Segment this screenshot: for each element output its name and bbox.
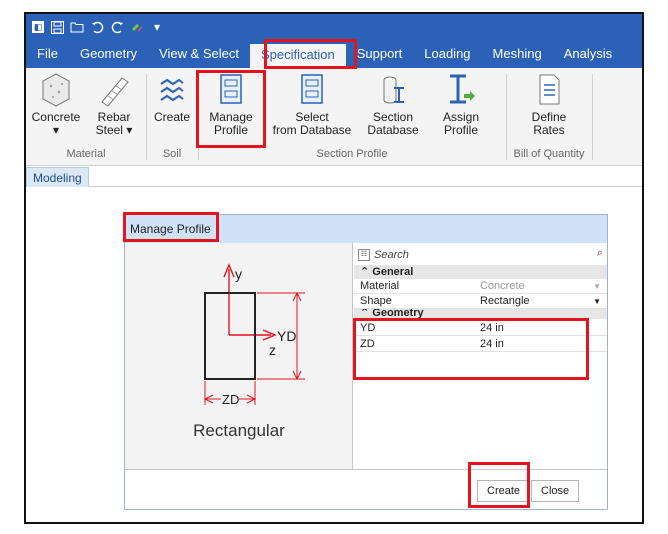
- tab-specification[interactable]: Specification: [250, 44, 346, 68]
- menu-tabs: File Geometry View & Select Specificatio…: [26, 40, 642, 68]
- profile-caption: Rectangular: [193, 421, 285, 440]
- ribbon: Concrete ▾ Rebar Steel ▾ Create Manage P…: [26, 68, 642, 166]
- property-row-yd[interactable]: YD 24 in: [354, 321, 607, 336]
- quick-access-toolbar: ◧ ▾: [26, 14, 642, 40]
- soil-spring-icon: [160, 78, 184, 102]
- y-axis-label: y: [235, 266, 242, 282]
- rebar-label-2: Steel: [95, 123, 123, 137]
- categorize-icon[interactable]: ☷: [358, 249, 370, 261]
- dialog-footer: Create Close: [125, 469, 607, 509]
- select-database-icon: [301, 74, 323, 104]
- tab-modeling[interactable]: Modeling: [26, 167, 89, 187]
- define-rates-icon: [539, 74, 560, 105]
- group-label-soil: Soil: [162, 148, 182, 160]
- dropdown-arrow-icon: ▾: [126, 123, 133, 137]
- yd-value[interactable]: 24 in: [480, 321, 504, 336]
- open-folder-icon[interactable]: [70, 20, 84, 34]
- tab-support[interactable]: Support: [346, 40, 414, 68]
- app-logo-icon[interactable]: ◧: [32, 21, 44, 33]
- shape-value[interactable]: Rectangle: [480, 294, 530, 309]
- z-axis-label: z: [269, 342, 276, 358]
- tab-analysis[interactable]: Analysis: [553, 40, 623, 68]
- section-label-2: Database: [367, 123, 419, 137]
- collapse-icon[interactable]: ⌃: [360, 266, 369, 278]
- save-icon[interactable]: [50, 20, 64, 34]
- tab-file[interactable]: File: [26, 40, 69, 68]
- property-row-material[interactable]: Material Concrete ▼: [354, 279, 607, 294]
- property-row-shape[interactable]: Shape Rectangle ▼: [354, 294, 607, 309]
- assign-label-2: Profile: [443, 123, 478, 137]
- material-value: Concrete: [480, 280, 525, 292]
- section-database-icon: [383, 76, 404, 104]
- category-geometry[interactable]: ⌃ Geometry: [354, 309, 607, 319]
- category-geometry-label: Geometry: [372, 309, 424, 319]
- property-search[interactable]: ☷ Search ⌕: [358, 247, 603, 263]
- manage-profile-dialog: Manage Profile y z YD ZD Rectangular ☷ S…: [124, 214, 608, 510]
- property-key: Shape: [360, 295, 392, 307]
- manage-profile-icon: [220, 74, 242, 104]
- create-label: Create: [153, 110, 191, 124]
- document-tab-strip: Modeling: [26, 167, 642, 187]
- select-label-2: from Database: [272, 123, 352, 137]
- close-button[interactable]: Close: [531, 480, 580, 502]
- tab-loading[interactable]: Loading: [413, 40, 481, 68]
- rebar-icon: [101, 77, 129, 107]
- yd-label: YD: [277, 328, 296, 344]
- tab-meshing[interactable]: Meshing: [482, 40, 553, 68]
- group-label-bill-of-quantity: Bill of Quantity: [513, 148, 585, 160]
- rebar-steel-button[interactable]: Rebar Steel ▾: [86, 72, 142, 137]
- category-general[interactable]: ⌃ General: [354, 265, 607, 279]
- dialog-title: Manage Profile: [125, 215, 607, 243]
- group-label-material: Material: [66, 148, 106, 160]
- select-from-database-button[interactable]: Select from Database: [270, 72, 354, 137]
- concrete-icon: [42, 73, 70, 107]
- manage-profile-button[interactable]: Manage Profile: [202, 72, 260, 137]
- customize-toolbar-icon[interactable]: ▾: [150, 20, 164, 34]
- property-key: Material: [360, 280, 400, 292]
- property-key: YD: [360, 322, 376, 334]
- rectangular-section-diagram: y z YD ZD: [203, 263, 305, 407]
- group-label-section-profile: Section Profile: [316, 148, 388, 160]
- zd-value[interactable]: 24 in: [480, 337, 504, 352]
- property-row-zd[interactable]: ZD 24 in: [354, 337, 607, 352]
- tab-view-select[interactable]: View & Select: [148, 40, 250, 68]
- search-input[interactable]: Search: [374, 249, 409, 261]
- dropdown-arrow-icon: ▾: [52, 123, 60, 137]
- redo-icon[interactable]: [110, 20, 124, 34]
- category-general-label: General: [372, 266, 414, 278]
- property-grid: ☷ Search ⌕ ⌃ General Material Concrete ▼…: [354, 243, 607, 469]
- assign-profile-button[interactable]: Assign Profile: [434, 72, 488, 137]
- concrete-button[interactable]: Concrete ▾: [28, 72, 84, 137]
- define-rates-button[interactable]: Define Rates: [510, 72, 588, 137]
- collapse-icon[interactable]: ⌃: [360, 309, 369, 319]
- select-tool-icon[interactable]: [130, 20, 144, 34]
- rates-label-2: Rates: [533, 123, 565, 137]
- create-button[interactable]: Create: [477, 480, 531, 502]
- dropdown-arrow-icon: ▼: [593, 282, 601, 291]
- undo-icon[interactable]: [90, 20, 104, 34]
- zd-label: ZD: [222, 392, 239, 407]
- soil-create-button[interactable]: Create: [150, 72, 194, 124]
- dropdown-arrow-icon[interactable]: ▼: [593, 294, 601, 309]
- assign-profile-icon: [450, 74, 475, 104]
- profile-preview-panel: y z YD ZD Rectangular: [125, 243, 353, 469]
- section-database-button[interactable]: Section Database: [358, 72, 428, 137]
- tab-geometry[interactable]: Geometry: [69, 40, 148, 68]
- property-key: ZD: [360, 338, 375, 350]
- ribbon-separator: [592, 74, 593, 160]
- manage-label-2: Profile: [213, 123, 248, 137]
- search-icon[interactable]: ⌕: [597, 247, 603, 260]
